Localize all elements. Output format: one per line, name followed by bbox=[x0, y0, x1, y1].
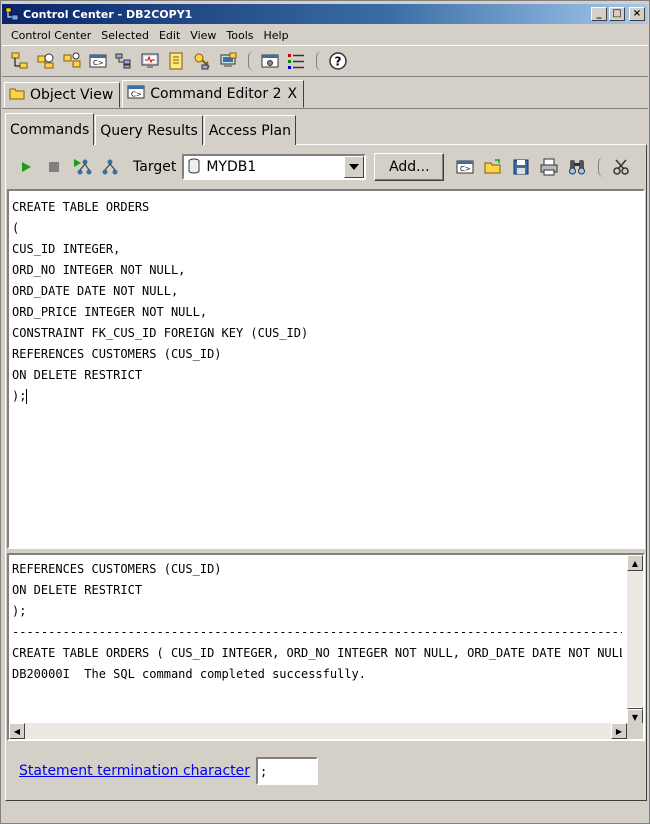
open-folder-icon[interactable] bbox=[480, 155, 506, 179]
editor-line: ON DELETE RESTRICT bbox=[12, 368, 143, 382]
menu-help[interactable]: Help bbox=[259, 29, 294, 42]
command-editor-icon: C> bbox=[127, 85, 145, 103]
tab-commands[interactable]: Commands bbox=[5, 113, 95, 145]
editor-line: ORD_PRICE INTEGER NOT NULL, bbox=[12, 305, 208, 319]
editor-line: CONSTRAINT FK_CUS_ID FOREIGN KEY (CUS_ID… bbox=[12, 326, 309, 340]
menu-edit[interactable]: Edit bbox=[154, 29, 185, 42]
tab-access-plan[interactable]: Access Plan bbox=[203, 115, 296, 145]
add-target-button[interactable]: Add... bbox=[374, 153, 445, 181]
termination-character-input[interactable]: ; bbox=[256, 757, 319, 785]
editor-line: ORD_DATE DATE NOT NULL, bbox=[12, 284, 179, 298]
editor-tabs: Object View C> Command Editor 2 X bbox=[2, 79, 648, 109]
object-details-icon[interactable] bbox=[34, 49, 58, 73]
editor-line: CREATE TABLE ORDERS bbox=[12, 200, 150, 214]
tab-command-editor-2[interactable]: C> Command Editor 2 X bbox=[122, 80, 305, 108]
folder-icon bbox=[9, 86, 25, 104]
stop-icon[interactable] bbox=[41, 155, 67, 179]
output-line: CREATE TABLE ORDERS ( CUS_ID INTEGER, OR… bbox=[12, 646, 622, 660]
replication-icon[interactable] bbox=[60, 49, 84, 73]
scroll-corner bbox=[627, 723, 643, 739]
target-database-value: MYDB1 bbox=[206, 159, 257, 175]
output-line: ----------------------------------------… bbox=[12, 625, 622, 639]
command-toolbar: Target MYDB1 Add... C> bbox=[7, 149, 647, 185]
editor-line: ( bbox=[12, 221, 20, 235]
command-output[interactable]: REFERENCES CUSTOMERS (CUS_ID) ON DELETE R… bbox=[7, 553, 645, 741]
find-icon[interactable] bbox=[564, 155, 590, 179]
output-line: ); bbox=[12, 604, 27, 618]
command-editor-icon[interactable]: C> bbox=[86, 49, 110, 73]
menu-view[interactable]: View bbox=[185, 29, 221, 42]
tab-label: Object View bbox=[30, 87, 114, 103]
svg-text:C>: C> bbox=[131, 91, 142, 99]
close-button[interactable]: × bbox=[629, 7, 645, 21]
control-center-window: Control Center - DB2COPY1 _ □ × Control … bbox=[0, 0, 650, 824]
cut-icon[interactable] bbox=[608, 155, 634, 179]
maximize-button[interactable]: □ bbox=[609, 7, 625, 21]
development-center-icon[interactable] bbox=[216, 49, 240, 73]
command-sub-tabs: Commands Query Results Access Plan bbox=[5, 113, 645, 145]
editor-line: ORD_NO INTEGER NOT NULL, bbox=[12, 263, 186, 277]
journal-icon[interactable] bbox=[164, 49, 188, 73]
scroll-left-icon[interactable]: ◀ bbox=[9, 723, 25, 739]
tab-query-results[interactable]: Query Results bbox=[95, 115, 203, 145]
horizontal-scrollbar[interactable]: ◀ ▶ bbox=[9, 723, 627, 739]
license-center-icon[interactable] bbox=[190, 49, 214, 73]
help-icon[interactable]: ? bbox=[326, 49, 350, 73]
show-list-icon[interactable] bbox=[284, 49, 308, 73]
editor-last-line: ); bbox=[12, 386, 643, 407]
control-center-icon bbox=[5, 7, 19, 21]
window-title: Control Center - DB2COPY1 bbox=[23, 7, 193, 21]
toolbar-separator bbox=[314, 48, 322, 74]
toolbar-separator bbox=[596, 154, 604, 180]
menu-control-center[interactable]: Control Center bbox=[6, 29, 96, 42]
minimize-button[interactable]: _ bbox=[591, 7, 607, 21]
menu-selected[interactable]: Selected bbox=[96, 29, 154, 42]
termination-footer: Statement termination character ; bbox=[7, 749, 645, 793]
editor-line: CUS_ID INTEGER, bbox=[12, 242, 121, 256]
save-icon[interactable] bbox=[508, 155, 534, 179]
editor-line: ); bbox=[12, 389, 27, 403]
vertical-scrollbar[interactable]: ▲ ▼ bbox=[627, 555, 643, 725]
execute-icon[interactable] bbox=[13, 155, 39, 179]
execute-and-access-plan-icon[interactable] bbox=[69, 155, 95, 179]
sql-editor[interactable]: CREATE TABLE ORDERS ( CUS_ID INTEGER, ORD_N… bbox=[7, 189, 645, 549]
svg-text:?: ? bbox=[335, 55, 342, 69]
target-label: Target bbox=[133, 159, 177, 175]
task-center-icon[interactable] bbox=[112, 49, 136, 73]
text-caret bbox=[26, 389, 28, 404]
command-window-icon[interactable]: C> bbox=[452, 155, 478, 179]
print-icon[interactable] bbox=[536, 155, 562, 179]
chevron-down-icon[interactable] bbox=[344, 156, 365, 178]
output-line: REFERENCES CUSTOMERS (CUS_ID) bbox=[12, 562, 222, 576]
editor-line: REFERENCES CUSTOMERS (CUS_ID) bbox=[12, 347, 222, 361]
database-icon bbox=[188, 158, 200, 177]
toolbar-separator bbox=[246, 48, 254, 74]
close-tab-icon[interactable]: X bbox=[287, 86, 297, 102]
menu-bar: Control Center Selected Edit View Tools … bbox=[2, 25, 648, 45]
main-toolbar: C> ? bbox=[2, 45, 648, 77]
health-center-icon[interactable] bbox=[138, 49, 162, 73]
menu-tools[interactable]: Tools bbox=[221, 29, 258, 42]
statement-termination-link[interactable]: Statement termination character bbox=[19, 763, 250, 779]
output-line: ON DELETE RESTRICT bbox=[12, 583, 143, 597]
object-tree-icon[interactable] bbox=[8, 49, 32, 73]
tools-settings-icon[interactable] bbox=[258, 49, 282, 73]
scroll-right-icon[interactable]: ▶ bbox=[611, 723, 627, 739]
tab-object-view[interactable]: Object View bbox=[4, 82, 121, 108]
svg-text:C>: C> bbox=[460, 165, 471, 173]
title-bar[interactable]: Control Center - DB2COPY1 _ □ × bbox=[2, 4, 648, 24]
target-database-select[interactable]: MYDB1 bbox=[182, 154, 367, 180]
output-text: REFERENCES CUSTOMERS (CUS_ID) ON DELETE R… bbox=[12, 559, 622, 724]
output-line: DB20000I The SQL command completed succe… bbox=[12, 667, 367, 681]
svg-text:C>: C> bbox=[93, 59, 104, 67]
scroll-up-icon[interactable]: ▲ bbox=[627, 555, 643, 571]
tab-label: Command Editor 2 bbox=[150, 86, 282, 102]
create-access-plan-icon[interactable] bbox=[97, 155, 123, 179]
